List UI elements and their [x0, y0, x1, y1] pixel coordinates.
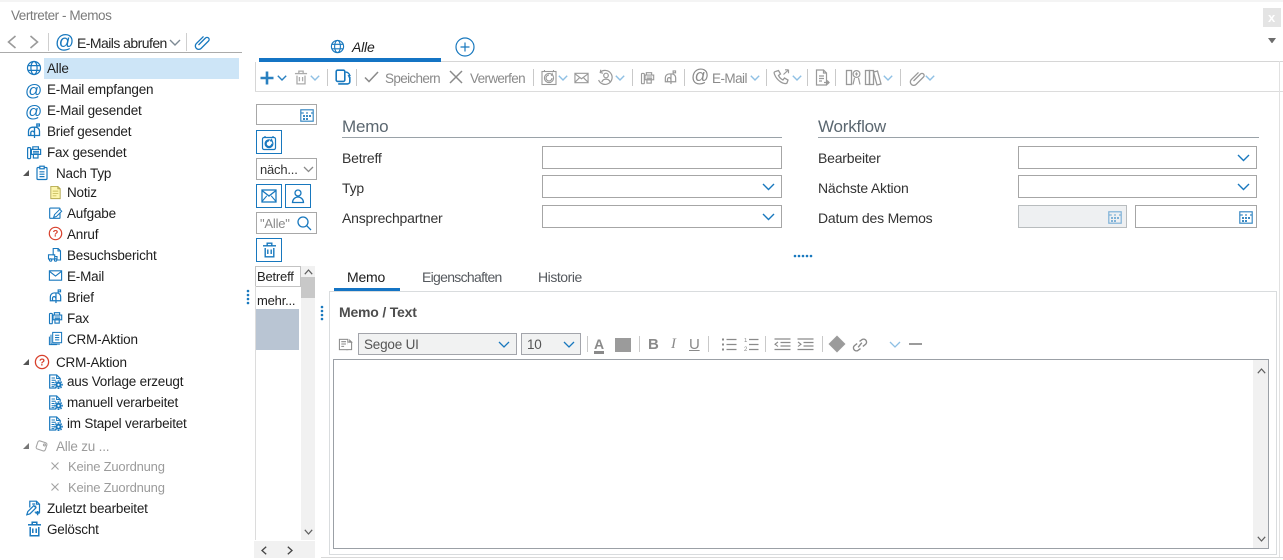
svg-text:2: 2	[744, 347, 748, 351]
svg-text:1: 1	[744, 338, 748, 344]
svg-text:?: ?	[53, 229, 59, 239]
svg-text:?: ?	[39, 358, 45, 369]
